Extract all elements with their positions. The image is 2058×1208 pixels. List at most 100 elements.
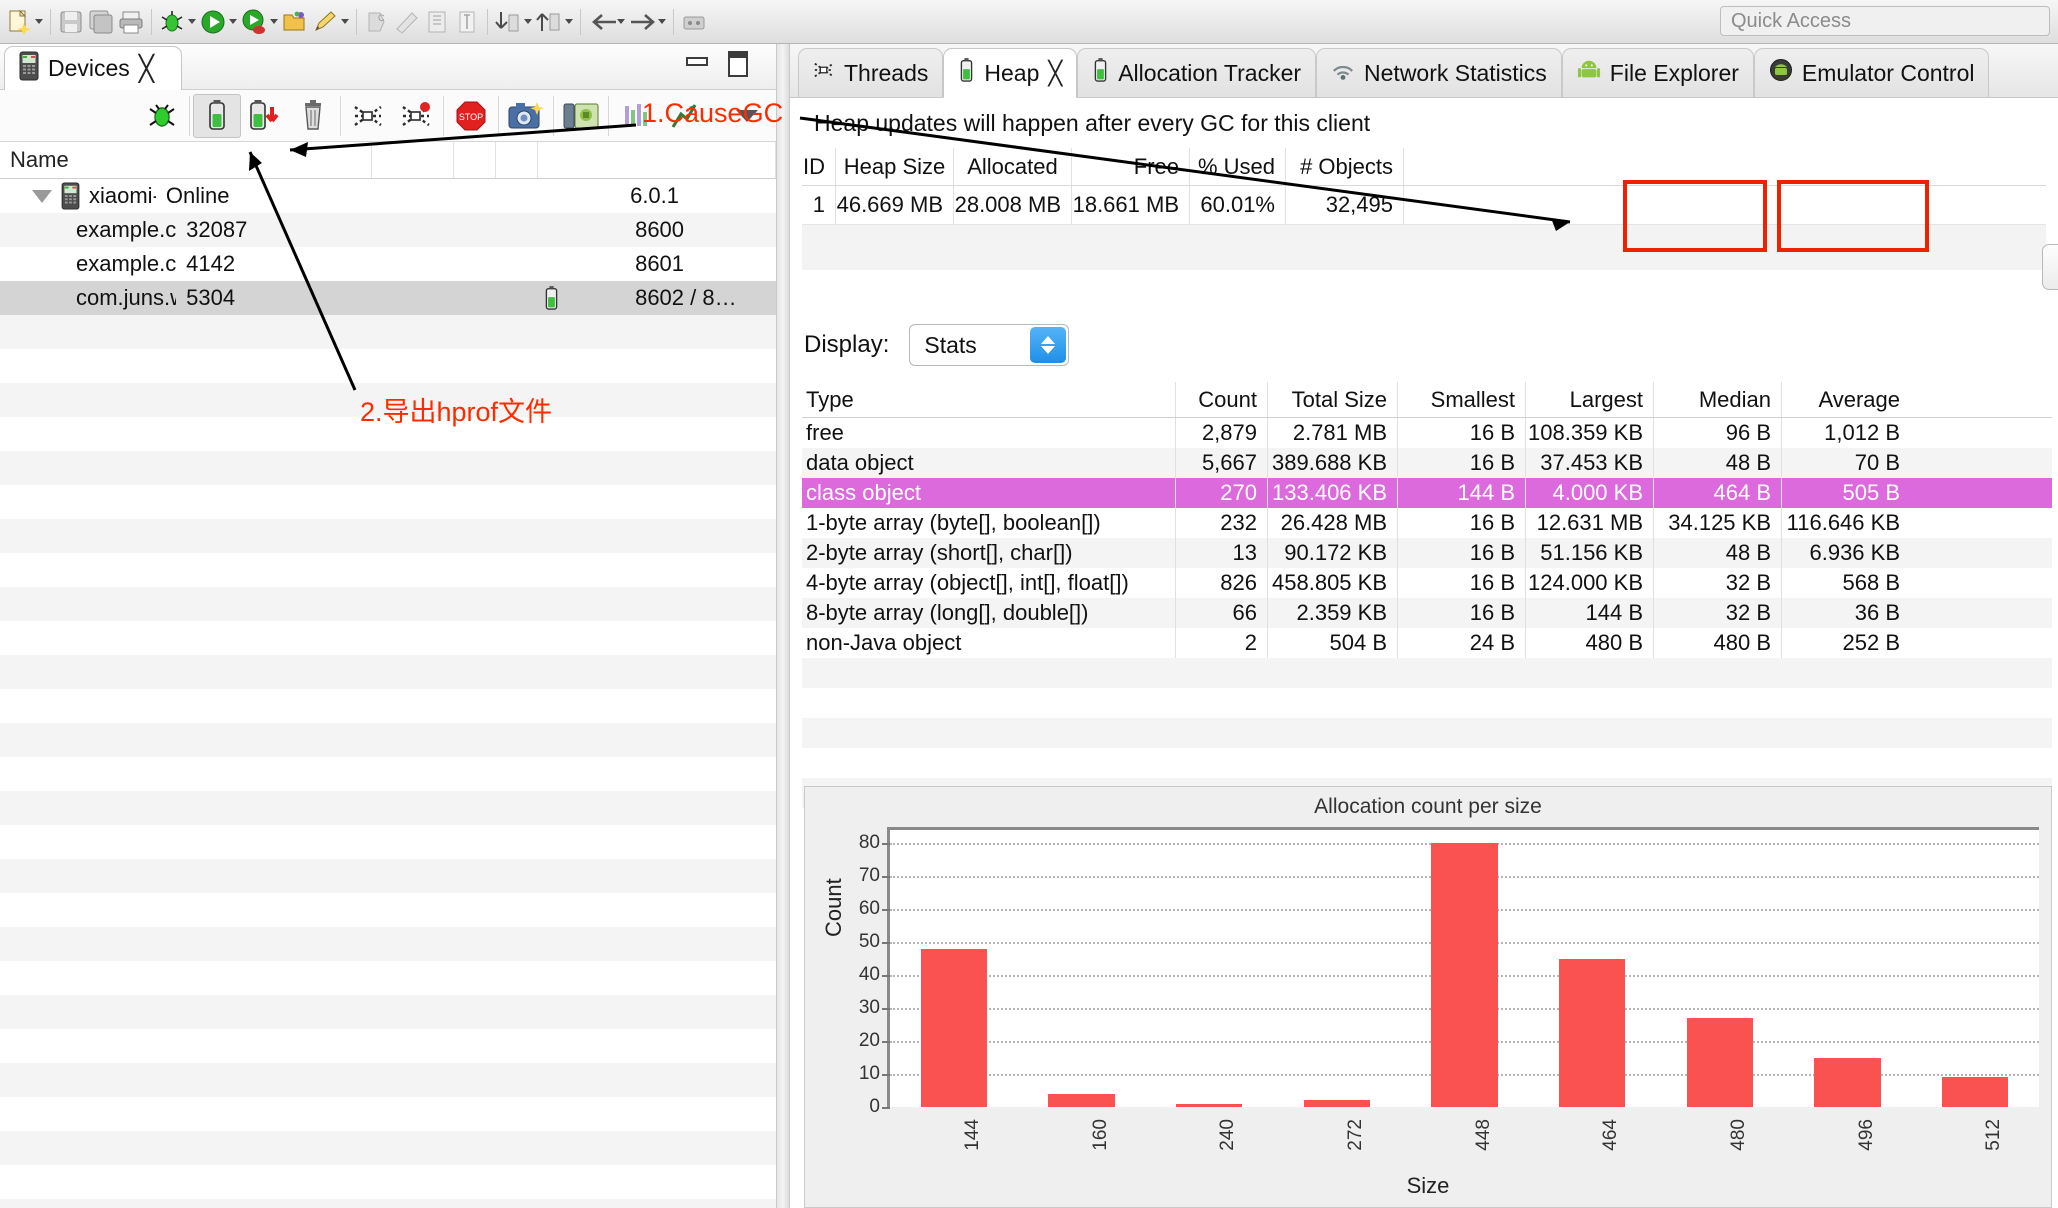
device-name-cell[interactable]: xiaomi-mi_note_lte-302… — [0, 179, 156, 213]
display-select[interactable]: Stats — [909, 324, 1070, 366]
chart-bar[interactable] — [1558, 958, 1626, 1107]
update-threads-icon[interactable] — [344, 94, 392, 138]
toolbar-android-sdk-button[interactable] — [679, 3, 709, 41]
column-header-count[interactable]: Count — [1176, 382, 1268, 417]
toolbar-forward-button[interactable] — [627, 3, 668, 41]
chart-y-tick-label: 30 — [858, 997, 880, 1019]
table-row[interactable]: 1-byte array (byte[], boolean[]) 232 26.… — [802, 508, 2052, 538]
close-icon[interactable]: ╳ — [1048, 60, 1062, 87]
toolbar-divider — [50, 8, 51, 35]
table-row[interactable]: 8-byte array (long[], double[]) 66 2.359… — [802, 598, 2052, 628]
expand-triangle-icon[interactable] — [32, 189, 52, 203]
column-header-type[interactable]: Type — [802, 382, 1176, 417]
toolbar-coverage-button[interactable] — [239, 3, 280, 41]
toolbar-open-folder-button[interactable] — [280, 3, 310, 41]
column-header-allocated[interactable]: Allocated — [954, 148, 1072, 185]
column-header-b[interactable] — [496, 142, 538, 178]
toolbar-export-button[interactable] — [534, 3, 575, 41]
close-icon[interactable]: ╳ — [139, 54, 154, 84]
device-screenshot-icon[interactable] — [557, 94, 605, 138]
tab-emulator-control[interactable]: Emulator Control — [1753, 48, 1990, 98]
stats-average-cell: 36 B — [1854, 600, 1900, 625]
chevron-down-icon[interactable] — [658, 19, 666, 24]
table-row[interactable]: 2-byte array (short[], char[]) 13 90.172… — [802, 538, 2052, 568]
tab-network-statistics[interactable]: Network Statistics — [1316, 48, 1562, 98]
chart-bar[interactable] — [1175, 1103, 1243, 1107]
tab-file-explorer[interactable]: File Explorer — [1561, 48, 1754, 98]
quick-access-search[interactable]: Quick Access — [1720, 6, 2050, 36]
cause-gc-trash-icon[interactable] — [289, 94, 337, 138]
column-header-median[interactable]: Median — [1654, 382, 1782, 417]
table-row-selected[interactable]: class object 270 133.406 KB 144 B 4.000 … — [802, 478, 2052, 508]
chart-bar[interactable] — [920, 948, 987, 1107]
column-header-smallest[interactable]: Smallest — [1398, 382, 1526, 417]
column-header-pct-used[interactable]: % Used — [1190, 148, 1286, 185]
chevron-down-icon[interactable] — [617, 19, 625, 24]
screen-capture-icon[interactable] — [502, 94, 550, 138]
column-header-total-size[interactable]: Total Size — [1268, 382, 1398, 417]
table-row[interactable]: example.com.leaktest 32087 8600 — [0, 213, 776, 247]
table-row[interactable]: free 2,879 2.781 MB 16 B 108.359 KB 96 B… — [802, 418, 2052, 448]
column-header-a[interactable] — [454, 142, 496, 178]
table-row[interactable]: 4-byte array (object[], int[], float[]) … — [802, 568, 2052, 598]
toolbar-edit-pen-button[interactable] — [310, 3, 351, 41]
column-header-heap-size[interactable]: Heap Size — [836, 148, 954, 185]
heap-summary-row[interactable]: 1 46.669 MB 28.008 MB 18.661 MB 60.01% 3… — [802, 186, 2046, 224]
maximize-icon[interactable] — [728, 51, 748, 77]
chevron-down-icon[interactable] — [524, 19, 532, 24]
dump-hprof-icon[interactable] — [241, 94, 289, 138]
table-row[interactable]: com.juns.wechat 5304 8602 / 8… — [0, 281, 776, 315]
column-header-name[interactable]: Name — [0, 142, 372, 178]
chart-bar[interactable] — [1303, 1100, 1370, 1107]
chevron-updown-icon[interactable] — [1030, 327, 1067, 363]
chevron-down-icon[interactable] — [229, 19, 237, 24]
chart-bar[interactable] — [1941, 1077, 2009, 1107]
column-header-id[interactable]: ID — [802, 148, 836, 185]
panel-splitter[interactable] — [776, 44, 790, 1208]
svg-text:STOP: STOP — [459, 112, 483, 122]
minimize-icon[interactable] — [686, 57, 708, 71]
chart-x-tick-label: 144 — [961, 1119, 983, 1151]
column-header-c[interactable] — [538, 142, 776, 178]
chart-bar[interactable] — [1686, 1017, 1753, 1107]
column-header-average[interactable]: Average — [1782, 382, 1910, 417]
toolbar-save-all-button[interactable] — [86, 3, 116, 41]
tab-allocation-tracker[interactable]: Allocation Tracker — [1077, 48, 1317, 98]
tab-heap[interactable]: Heap ╳ — [943, 48, 1078, 98]
toolbar-back-button[interactable] — [586, 3, 627, 41]
cause-gc-button[interactable]: Cause GC — [2042, 244, 2058, 290]
table-row[interactable]: example.com.leaktestle… 4142 8601 — [0, 247, 776, 281]
column-header-largest[interactable]: Largest — [1526, 382, 1654, 417]
heap-icon — [958, 57, 975, 89]
table-row-empty — [802, 748, 2052, 778]
toolbar-divider — [189, 95, 190, 136]
chart-bar[interactable] — [1814, 1057, 1881, 1107]
column-header-objects[interactable]: # Objects — [1286, 148, 1404, 185]
chevron-down-icon[interactable] — [270, 19, 278, 24]
chevron-down-icon[interactable] — [341, 19, 349, 24]
update-heap-icon[interactable] — [193, 93, 241, 138]
chevron-down-icon[interactable] — [35, 19, 43, 24]
chevron-down-icon[interactable] — [188, 19, 196, 24]
stats-table-header: Type Count Total Size Smallest Largest M… — [802, 382, 2052, 418]
column-header-status[interactable] — [372, 142, 454, 178]
debug-bug-icon[interactable] — [138, 94, 186, 138]
stop-process-icon[interactable]: STOP — [447, 94, 495, 138]
tab-devices[interactable]: Devices ╳ — [4, 46, 182, 90]
toolbar-new-file-button[interactable] — [4, 3, 45, 41]
toolbar-debug-button[interactable] — [157, 3, 198, 41]
chevron-down-icon[interactable] — [565, 19, 573, 24]
table-row[interactable]: non-Java object 2 504 B 24 B 480 B 480 B… — [802, 628, 2052, 658]
toolbar-print-button[interactable] — [116, 3, 146, 41]
column-header-free[interactable]: Free — [1072, 148, 1190, 185]
chart-bar[interactable] — [1048, 1093, 1115, 1107]
table-row[interactable]: xiaomi-mi_note_lte-302… Online 6.0.1 — [0, 179, 776, 213]
toolbar-import-button[interactable] — [493, 3, 534, 41]
tab-threads[interactable]: Threads — [798, 48, 944, 98]
toolbar-run-button[interactable] — [198, 3, 239, 41]
toolbar-save-button[interactable] — [56, 3, 86, 41]
table-row[interactable]: data object 5,667 389.688 KB 16 B 37.453… — [802, 448, 2052, 478]
start-method-profiling-icon[interactable] — [392, 94, 440, 138]
chart-bar[interactable] — [1431, 843, 1498, 1107]
chart-y-tick-label: 40 — [858, 964, 880, 986]
